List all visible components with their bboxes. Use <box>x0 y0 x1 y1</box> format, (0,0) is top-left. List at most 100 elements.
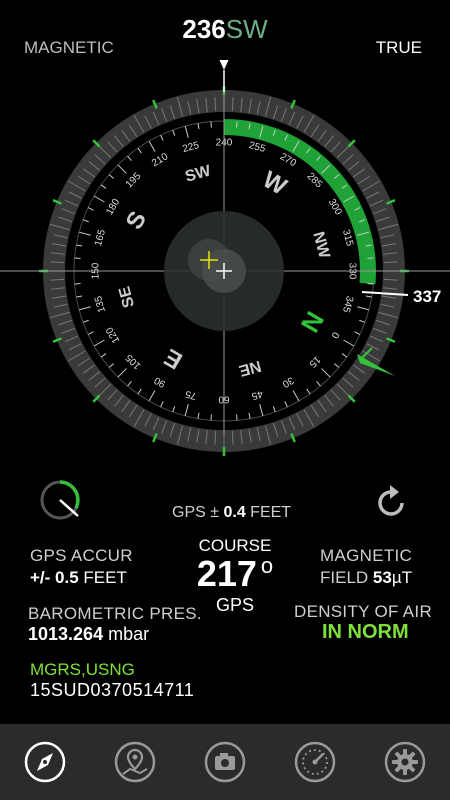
nav-compass-button[interactable] <box>22 739 68 785</box>
bearing-value: 337 <box>413 287 441 306</box>
degree-tick <box>78 306 91 311</box>
degree-tick <box>292 390 300 402</box>
cardinal-n: N <box>295 306 330 337</box>
degree-tick <box>354 331 361 335</box>
degree-tick <box>184 404 189 417</box>
gps-precision-unit: FEET <box>250 504 292 521</box>
degree-tick <box>210 414 212 421</box>
cardinal-nw: NW <box>309 230 333 261</box>
degree-tick <box>137 147 142 154</box>
degree-tick <box>93 339 105 347</box>
nav-camera-button[interactable] <box>202 739 248 785</box>
degree-tick <box>100 353 107 358</box>
degree-tick <box>172 129 176 136</box>
degree-label: 75 <box>184 388 198 402</box>
barometric-value-wrap: 1013.264 mbar <box>28 624 149 645</box>
degree-tick <box>76 244 83 247</box>
bottom-navigation <box>0 724 450 800</box>
barometric-label: BAROMETRIC PRES. <box>28 604 202 623</box>
cardinal-sw: SW <box>183 162 213 185</box>
gps-precision-prefix: GPS ± <box>172 504 220 521</box>
gps-accuracy-prefix: +/- <box>30 568 51 587</box>
degree-tick <box>82 219 89 223</box>
degree-tick <box>365 295 372 298</box>
air-density-value: IN NORM <box>322 621 409 643</box>
speedometer-icon <box>294 741 336 783</box>
heading-direction: SW <box>225 14 268 44</box>
compass-dial: 0153045607590105120135150165180195210225… <box>0 60 450 456</box>
magnetic-field-value: FIELD 53µT <box>320 568 412 588</box>
degree-tick <box>87 331 94 335</box>
degree-tick <box>236 121 238 128</box>
degree-label: 30 <box>280 374 296 389</box>
course-value: 217 <box>196 553 257 594</box>
magnetic-field-unit: µT <box>391 568 413 587</box>
degree-tick <box>127 380 132 387</box>
magnetic-mode-label[interactable]: MAGNETIC <box>24 38 114 58</box>
nav-settings-button[interactable] <box>382 739 428 785</box>
magnetic-field-label-1: MAGNETIC <box>320 546 413 565</box>
mgrs-label: MGRS,USNG <box>30 660 135 679</box>
degree-label: 90 <box>152 374 168 389</box>
degree-label: 225 <box>181 140 200 155</box>
degree-tick <box>172 406 176 413</box>
cardinal-se: SE <box>116 284 138 309</box>
mgrs-value: 15SUD0370514711 <box>30 680 195 700</box>
cardinal-w: W <box>258 166 291 201</box>
gps-accuracy-number: 0.5 <box>55 568 79 587</box>
degree-tick <box>272 406 276 413</box>
degree-label: 0 <box>328 330 341 341</box>
degree-tick <box>343 339 355 347</box>
map-pin-icon <box>114 741 156 783</box>
true-mode-label[interactable]: TRUE <box>376 38 422 58</box>
refresh-icon[interactable] <box>375 481 409 519</box>
gps-accuracy-unit: FEET <box>83 568 127 587</box>
degree-tick <box>333 363 340 368</box>
degree-tick <box>100 184 107 189</box>
gps-accuracy-label: GPS ACCUR <box>30 546 133 565</box>
compass-icon <box>24 741 66 783</box>
cardinal-ne: NE <box>237 357 263 379</box>
degree-tick <box>367 257 374 259</box>
degree-label: 135 <box>93 294 108 313</box>
degree-label: 180 <box>104 197 122 217</box>
degree-tick <box>210 121 212 128</box>
gps-signal-icon <box>40 480 80 520</box>
degree-tick <box>341 353 348 358</box>
gps-precision-value: 0.4 <box>223 504 246 521</box>
degree-tick <box>160 401 164 408</box>
cardinal-e: E <box>160 343 187 374</box>
barometric-value: 1013.264 <box>28 624 104 644</box>
degree-label: 120 <box>104 325 122 345</box>
air-density-label: DENSITY OF AIR <box>294 602 433 621</box>
camera-icon <box>204 741 246 783</box>
degree-tick <box>367 283 374 285</box>
degree-tick <box>306 388 311 395</box>
degree-tick <box>236 414 238 421</box>
degree-tick <box>108 174 115 179</box>
degree-tick <box>108 363 115 368</box>
degree-tick <box>127 155 132 162</box>
degree-label: 195 <box>124 170 144 190</box>
nav-speedometer-button[interactable] <box>292 739 338 785</box>
course-degree: o <box>260 553 274 578</box>
degree-tick <box>359 319 366 323</box>
degree-tick <box>74 283 81 285</box>
degree-tick <box>74 257 81 259</box>
degree-tick <box>148 140 156 152</box>
degree-tick <box>76 295 83 298</box>
degree-tick <box>137 388 142 395</box>
degree-label: 45 <box>250 388 264 402</box>
degree-label: 15 <box>306 354 322 370</box>
degree-label: 165 <box>93 228 108 247</box>
degree-tick <box>259 404 264 417</box>
degree-label: 105 <box>123 351 143 371</box>
barometric-unit: mbar <box>108 624 150 644</box>
degree-tick <box>357 306 370 311</box>
degree-tick <box>160 134 164 141</box>
degree-tick <box>197 412 200 419</box>
heading-value: 236 <box>182 14 226 44</box>
nav-map-button[interactable] <box>112 739 158 785</box>
degree-tick <box>248 412 251 419</box>
degree-tick <box>321 368 331 378</box>
